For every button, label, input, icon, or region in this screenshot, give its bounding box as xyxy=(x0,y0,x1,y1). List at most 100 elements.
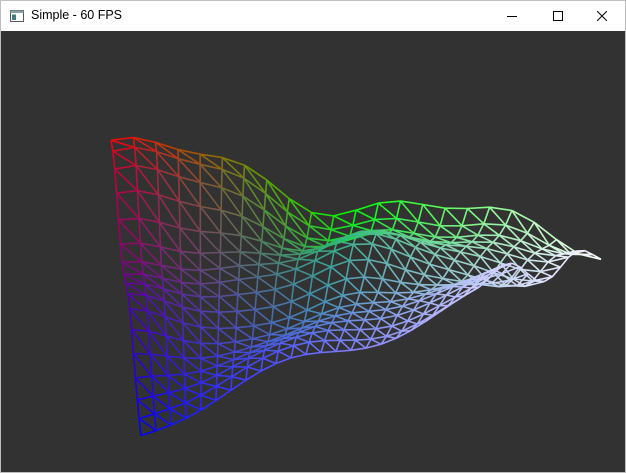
mesh-edge xyxy=(178,176,181,202)
mesh-edge xyxy=(429,302,440,307)
mesh-edge xyxy=(153,391,170,397)
mesh-edge xyxy=(277,255,282,264)
mesh-edge xyxy=(180,268,201,285)
mesh-edge xyxy=(275,357,292,365)
mesh-edge xyxy=(253,322,272,327)
mesh-edge xyxy=(112,151,116,170)
mesh-edge xyxy=(308,212,313,226)
mesh-edge xyxy=(200,251,221,255)
mesh-edge xyxy=(181,307,184,323)
mesh-edge xyxy=(295,259,316,270)
mesh-edge xyxy=(136,190,161,223)
mesh-edge xyxy=(216,374,232,378)
mesh-edge xyxy=(506,246,515,255)
render-viewport[interactable] xyxy=(1,31,625,472)
mesh-edge xyxy=(391,325,403,332)
mesh-edge xyxy=(271,322,288,330)
mesh-edge xyxy=(417,204,424,223)
mesh-edge xyxy=(243,165,246,179)
mesh-edge xyxy=(373,300,391,304)
mesh-edge xyxy=(251,325,255,339)
mesh-edge xyxy=(338,303,357,309)
mesh-edge xyxy=(269,328,288,336)
mesh-edge xyxy=(306,225,310,239)
mesh-edge xyxy=(353,243,373,246)
mesh-edge xyxy=(269,322,273,335)
mesh-edge xyxy=(116,189,138,194)
mesh-edge xyxy=(262,350,279,360)
mesh-edge xyxy=(279,247,283,256)
mesh-edge xyxy=(155,151,159,170)
mesh-edge xyxy=(425,310,442,322)
mesh-edge xyxy=(155,141,179,160)
mesh-edge xyxy=(264,180,268,194)
mesh-edge xyxy=(333,215,354,227)
mesh-edge xyxy=(179,227,202,254)
mesh-edge xyxy=(263,193,267,210)
mesh-edge xyxy=(377,278,384,293)
mesh-edge xyxy=(363,276,379,293)
mesh-edge xyxy=(355,202,379,211)
mesh-edge xyxy=(370,338,382,345)
mesh-edge xyxy=(399,269,407,283)
mesh-edge xyxy=(245,370,262,381)
mesh-edge xyxy=(182,322,185,341)
mesh-edge xyxy=(335,315,349,322)
mesh-edge xyxy=(276,273,295,285)
mesh-edge xyxy=(448,259,456,271)
mesh-edge xyxy=(240,216,243,236)
mesh-edge xyxy=(413,309,424,315)
maximize-button[interactable] xyxy=(535,1,581,31)
mesh-edge xyxy=(351,312,365,321)
mesh-edge xyxy=(335,349,352,353)
mesh-edge xyxy=(461,225,479,236)
mesh-edge xyxy=(513,240,522,248)
mesh-edge xyxy=(218,327,237,330)
mesh-edge xyxy=(139,243,143,262)
mesh-edge xyxy=(239,263,260,267)
mesh-edge xyxy=(479,248,488,257)
mesh-edge xyxy=(343,320,349,331)
mesh-edge xyxy=(467,206,490,210)
mesh-edge xyxy=(245,366,249,381)
mesh-edge xyxy=(324,285,329,302)
mesh-edge xyxy=(254,308,273,324)
mesh-edge xyxy=(407,320,418,325)
mesh-edge xyxy=(199,252,221,270)
mesh-edge xyxy=(151,374,169,377)
mesh-edge xyxy=(492,234,500,243)
mesh-edge xyxy=(359,329,372,340)
mesh-edge xyxy=(288,309,308,319)
mesh-edge xyxy=(333,209,357,217)
mesh-edge xyxy=(283,225,287,239)
mesh-edge xyxy=(288,198,310,227)
title-bar[interactable]: Simple - 60 FPS xyxy=(1,1,625,31)
app-window: Simple - 60 FPS xyxy=(0,0,626,473)
close-button[interactable] xyxy=(579,1,625,31)
mesh-edge xyxy=(472,241,494,244)
mesh-edge xyxy=(371,233,378,245)
mesh-edge xyxy=(284,211,289,227)
mesh-edge xyxy=(327,284,343,297)
mesh-edge xyxy=(374,218,393,231)
mesh-edge xyxy=(257,264,260,278)
mesh-edge xyxy=(218,310,238,313)
mesh-edge xyxy=(132,353,137,379)
mesh-edge xyxy=(331,320,349,324)
mesh-edge xyxy=(356,301,374,305)
mesh-edge xyxy=(112,150,137,167)
mesh-edge xyxy=(352,243,369,261)
mesh-edge xyxy=(281,238,285,249)
mesh-edge xyxy=(377,291,392,303)
mesh-edge xyxy=(364,319,377,330)
mesh-edge xyxy=(328,329,345,332)
minimize-button[interactable] xyxy=(489,1,535,31)
mesh-edge xyxy=(308,275,314,295)
mesh-edge xyxy=(262,209,266,227)
mesh-edge xyxy=(135,165,139,191)
mesh-edge xyxy=(200,230,221,234)
mesh-edge xyxy=(200,365,218,372)
mesh-edge xyxy=(140,429,157,437)
mesh-edge xyxy=(349,259,365,278)
mesh-edge xyxy=(288,197,312,214)
